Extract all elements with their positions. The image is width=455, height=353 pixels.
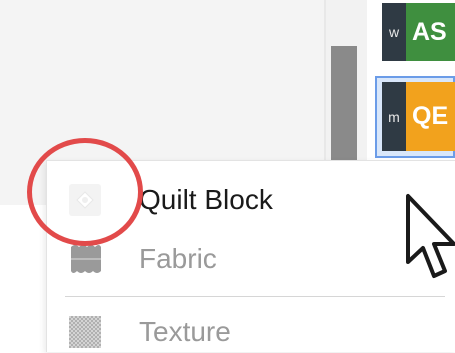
annotation-circle [27,138,143,246]
menu-separator [65,296,445,297]
tile-as[interactable]: w AS [382,3,455,61]
tile-as-big-label: AS [406,3,455,61]
tile-qe-big-label: QE [406,82,455,151]
menu-item-texture[interactable]: Texture [47,311,455,353]
menu-item-label: Quilt Block [139,184,273,215]
texture-icon [69,316,101,348]
tile-as-small-label: w [382,3,406,61]
menu-item-label: Fabric [139,243,217,274]
tile-qe-small-label: m [382,82,406,151]
menu-item-label: Texture [139,316,231,347]
tile-qe[interactable]: m QE [382,82,455,151]
menu-item-fabric[interactable]: Fabric [47,234,455,284]
mouse-cursor-icon [406,194,455,278]
